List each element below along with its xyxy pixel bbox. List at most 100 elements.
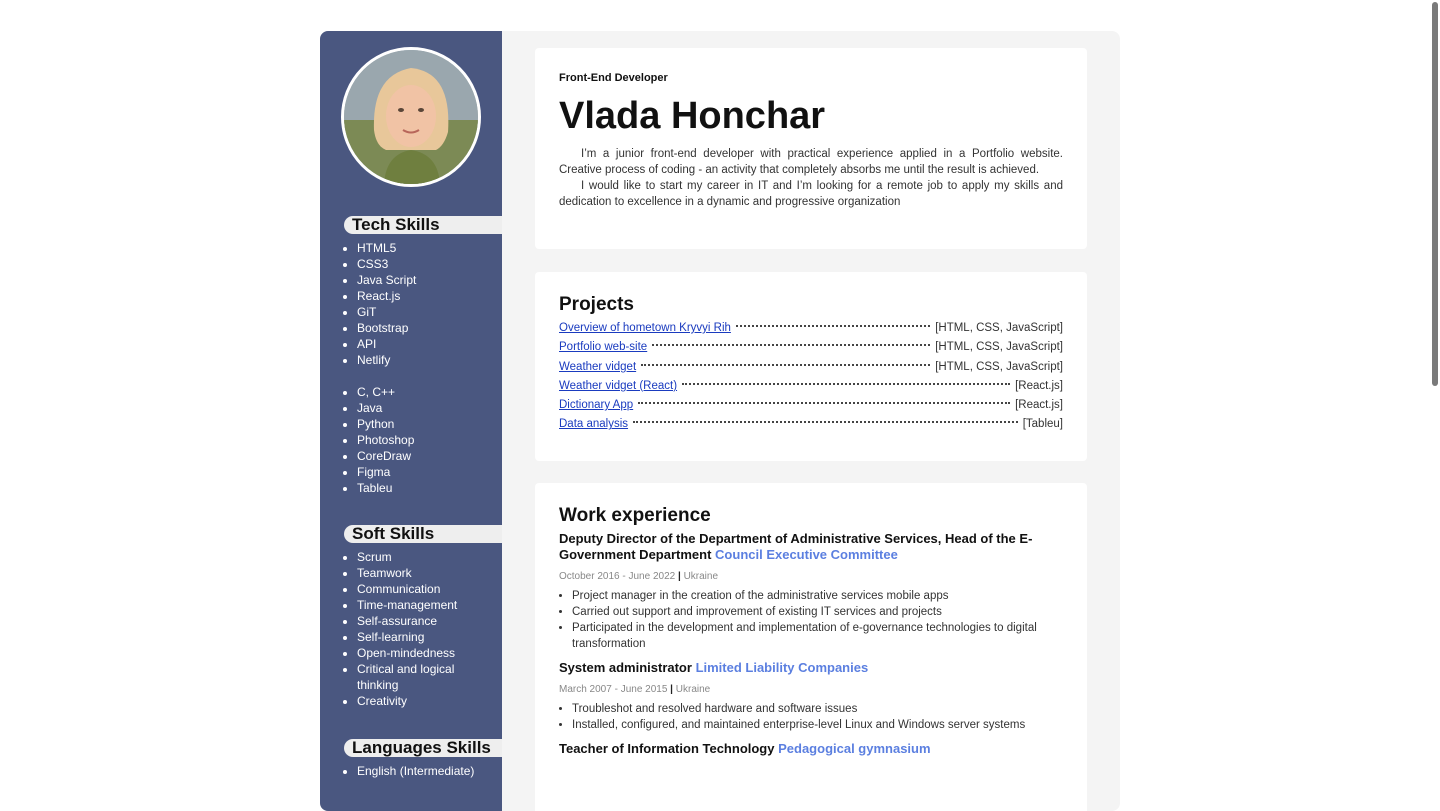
soft-skills-list: ScrumTeamworkCommunicationTime-managemen… — [344, 549, 477, 709]
skill-item: Figma — [357, 464, 502, 480]
page-scrollbar[interactable] — [1432, 0, 1440, 782]
dot-leader — [652, 344, 931, 347]
tech-skills-section: Tech Skills HTML5CSS3Java ScriptReact.js… — [344, 216, 502, 496]
job-period: October 2016 - June 2022 | Ukraine — [559, 571, 1063, 582]
projects-list: Overview of hometown Kryvyi Rih [HTML, CS… — [559, 319, 1063, 435]
dot-leader — [638, 402, 1011, 405]
skill-item: GiT — [357, 304, 502, 320]
resume: Tech Skills HTML5CSS3Java ScriptReact.js… — [320, 31, 1120, 811]
skill-item: API — [357, 336, 502, 352]
skill-item: Java Script — [357, 272, 502, 288]
job-entry: System administrator Limited Liability C… — [559, 660, 1063, 733]
skill-item: Python — [357, 416, 502, 432]
work-card: Work experience Deputy Director of the D… — [535, 483, 1087, 811]
company-name: Limited Liability Companies — [695, 660, 869, 675]
duties-list: Project manager in the creation of the a… — [559, 588, 1063, 652]
duty-item: Installed, configured, and maintained en… — [572, 717, 1063, 733]
job-title-text: Teacher of Information Technology — [559, 741, 775, 756]
company-name: Pedagogical gymnasium — [778, 741, 931, 756]
project-tech: [React.js] — [1015, 399, 1063, 412]
skill-item: Communication — [357, 581, 477, 597]
dot-leader — [633, 421, 1018, 424]
separator: | — [667, 684, 676, 695]
project-row: Dictionary App [React.js] — [559, 396, 1063, 415]
project-row: Data analysis [Tableu] — [559, 415, 1063, 434]
skill-item: Self-learning — [357, 629, 477, 645]
skill-item: Scrum — [357, 549, 477, 565]
project-tech: [HTML, CSS, JavaScript] — [935, 341, 1063, 354]
person-name: Vlada Honchar — [559, 95, 826, 137]
skill-item: Self-assurance — [357, 613, 477, 629]
duty-item: Participated in the development and impl… — [572, 620, 1063, 652]
projects-card: Projects Overview of hometown Kryvyi Rih… — [535, 272, 1087, 461]
duty-item: Carried out support and improvement of e… — [572, 604, 1063, 620]
job-location: Ukraine — [675, 684, 711, 695]
project-tech: [HTML, CSS, JavaScript] — [935, 322, 1063, 334]
skill-item: Netlify — [357, 352, 502, 368]
tech-skills-list: HTML5CSS3Java ScriptReact.jsGiTBootstrap… — [344, 240, 502, 368]
skill-item: Open-mindedness — [357, 645, 477, 661]
languages-list: English (Intermediate) — [344, 763, 502, 779]
duty-item: Project manager in the creation of the a… — [572, 588, 1063, 604]
skill-item: C, C++ — [357, 384, 502, 400]
soft-skills-heading: Soft Skills — [344, 525, 502, 543]
skill-item: Tableu — [357, 480, 502, 496]
duties-list: Troubleshot and resolved hardware and so… — [559, 701, 1063, 733]
project-link[interactable]: Portfolio web-site — [559, 338, 647, 357]
separator: | — [675, 571, 684, 582]
project-link[interactable]: Overview of hometown Kryvyi Rih — [559, 319, 731, 338]
avatar — [341, 47, 481, 187]
project-link[interactable]: Weather vidget (React) — [559, 377, 677, 396]
skill-item: Teamwork — [357, 565, 477, 581]
job-location: Ukraine — [683, 571, 719, 582]
sidebar: Tech Skills HTML5CSS3Java ScriptReact.js… — [320, 31, 502, 811]
project-tech: [React.js] — [1015, 379, 1063, 392]
job-dates: March 2007 - June 2015 — [559, 684, 668, 695]
tech-skills-heading: Tech Skills — [344, 216, 502, 234]
project-row: Overview of hometown Kryvyi Rih [HTML, CS… — [559, 319, 1063, 338]
project-link[interactable]: Weather vidget — [559, 358, 636, 377]
job-title: Teacher of Information Technology Pedago… — [559, 741, 1063, 757]
tech-skills-list-secondary: C, C++JavaPythonPhotoshopCoreDrawFigmaTa… — [344, 384, 502, 496]
job-title-text: System administrator — [559, 660, 692, 675]
dot-leader — [735, 325, 931, 327]
skill-item: CSS3 — [357, 256, 502, 272]
job-entry: Teacher of Information Technology Pedago… — [559, 741, 1063, 757]
projects-title: Projects — [559, 294, 634, 315]
jobs-list: Deputy Director of the Department of Adm… — [559, 531, 1063, 757]
job-entry: Deputy Director of the Department of Adm… — [559, 531, 1063, 652]
job-role: Front-End Developer — [559, 72, 668, 84]
skill-item: English (Intermediate) — [357, 763, 502, 779]
skill-item: Creativity — [357, 693, 477, 709]
skill-item: Critical and logical thinking — [357, 661, 477, 693]
skill-item: Java — [357, 400, 502, 416]
job-period: March 2007 - June 2015 | Ukraine — [559, 684, 1063, 695]
skill-item: CoreDraw — [357, 448, 502, 464]
languages-section: Languages Skills English (Intermediate) — [344, 739, 502, 779]
duty-item: Troubleshot and resolved hardware and so… — [572, 701, 1063, 717]
intro-card: Front-End Developer Vlada Honchar I’m a … — [535, 48, 1087, 249]
skill-item: Time-management — [357, 597, 477, 613]
job-title: Deputy Director of the Department of Adm… — [559, 531, 1063, 563]
skill-item: React.js — [357, 288, 502, 304]
project-tech: [HTML, CSS, JavaScript] — [935, 360, 1063, 373]
company-name: Council Executive Committee — [715, 547, 898, 562]
about-paragraph: I would like to start my career in IT an… — [559, 180, 1063, 208]
about-text: I’m a junior front-end developer with pr… — [559, 146, 1063, 210]
avatar-photo — [344, 50, 478, 184]
project-link[interactable]: Dictionary App — [559, 396, 633, 415]
project-row: Weather vidget (React) [React.js] — [559, 377, 1063, 396]
languages-heading: Languages Skills — [344, 739, 502, 757]
work-title: Work experience — [559, 505, 711, 526]
dot-leader — [641, 363, 931, 366]
soft-skills-section: Soft Skills ScrumTeamworkCommunicationTi… — [344, 525, 502, 709]
project-row: Portfolio web-site [HTML, CSS, JavaScript… — [559, 338, 1063, 357]
scrollbar-thumb[interactable] — [1432, 2, 1438, 386]
skill-item: HTML5 — [357, 240, 502, 256]
skill-item: Photoshop — [357, 432, 502, 448]
dot-leader — [682, 382, 1011, 385]
about-paragraph: I’m a junior front-end developer with pr… — [559, 148, 1063, 176]
job-title: System administrator Limited Liability C… — [559, 660, 1063, 676]
project-link[interactable]: Data analysis — [559, 415, 628, 434]
project-row: Weather vidget [HTML, CSS, JavaScript] — [559, 358, 1063, 377]
